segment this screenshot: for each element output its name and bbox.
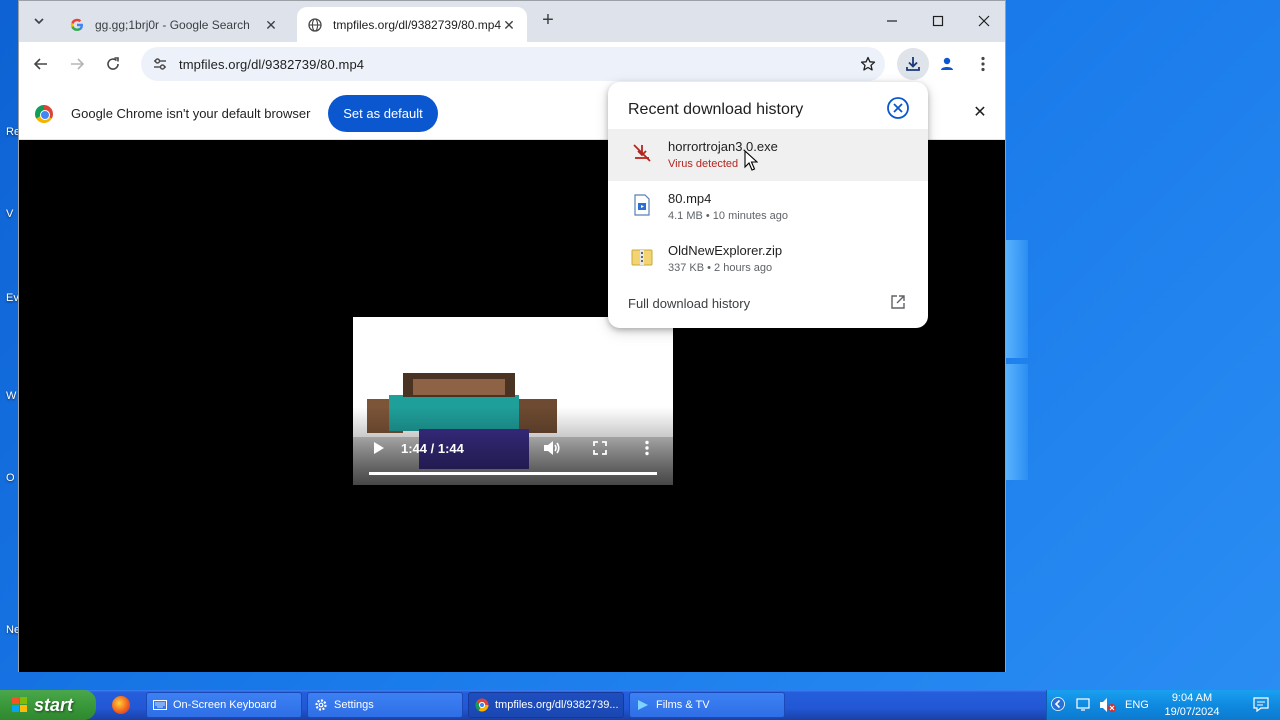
reload-button[interactable] — [99, 50, 127, 78]
video-progress-fill — [369, 472, 657, 475]
start-label: start — [34, 694, 74, 715]
play-icon[interactable] — [373, 441, 385, 455]
globe-icon — [307, 17, 323, 33]
minimize-icon — [887, 20, 897, 22]
start-button[interactable]: start — [0, 690, 96, 720]
taskbar: start On-Screen Keyboard Settings tmpfil… — [0, 690, 1280, 720]
close-tab-icon[interactable]: ✕ — [501, 17, 517, 33]
url-text[interactable]: tmpfiles.org/dl/9382739/80.mp4 — [179, 57, 364, 72]
arrow-left-icon — [33, 58, 47, 70]
site-info-icon[interactable] — [147, 57, 173, 71]
taskbar-button-label: On-Screen Keyboard — [173, 699, 277, 711]
infobar-message: Google Chrome isn't your default browser — [71, 106, 311, 121]
system-tray: ENG 9:04 AM 19/07/2024 — [1046, 690, 1280, 720]
address-bar[interactable]: tmpfiles.org/dl/9382739/80.mp4 — [141, 47, 885, 81]
tab-title: gg.gg;1brj0r - Google Search — [95, 17, 250, 32]
browser-toolbar: tmpfiles.org/dl/9382739/80.mp4 — [19, 42, 1005, 87]
taskbar-button-settings[interactable]: Settings — [307, 692, 463, 718]
google-g-icon — [69, 17, 85, 33]
download-bubble-title: Recent download history — [628, 101, 804, 118]
taskbar-button-chrome[interactable]: tmpfiles.org/dl/9382739... — [468, 692, 624, 718]
profile-icon — [941, 57, 953, 70]
desktop-icon-label[interactable]: W — [6, 390, 16, 402]
show-hidden-icons-icon[interactable] — [1051, 696, 1065, 715]
download-file-name: 80.mp4 — [668, 191, 712, 206]
taskbar-button-label: Settings — [334, 699, 374, 711]
minimize-button[interactable] — [869, 1, 915, 41]
tab-search-button[interactable] — [27, 9, 51, 33]
windows-flag-icon — [12, 697, 28, 713]
desktop-icon-label[interactable]: Ev — [6, 292, 19, 304]
tab-tmpfiles[interactable]: tmpfiles.org/dl/9382739/80.mp4 ✕ — [297, 7, 527, 42]
infobar-close-icon[interactable]: ✕ — [971, 104, 989, 122]
clock[interactable]: 9:04 AM 19/07/2024 — [1157, 691, 1227, 719]
tab-google-search[interactable]: gg.gg;1brj0r - Google Search ✕ — [59, 7, 289, 42]
clock-time: 9:04 AM — [1171, 692, 1213, 704]
taskbar-button-on-screen-keyboard[interactable]: On-Screen Keyboard — [146, 692, 302, 718]
open-in-new-icon[interactable] — [890, 294, 906, 310]
chrome-menu-button[interactable] — [969, 50, 997, 78]
video-more-icon[interactable] — [645, 440, 649, 459]
firefox-icon[interactable] — [112, 696, 130, 714]
new-tab-button[interactable]: + — [537, 10, 559, 32]
download-meta: 337 KB • 2 hours ago — [668, 262, 773, 274]
tab-strip: gg.gg;1brj0r - Google Search ✕ tmpfiles.… — [19, 1, 1005, 42]
windows-logo — [1006, 240, 1028, 480]
volume-icon[interactable] — [543, 440, 561, 459]
download-bubble: Recent download history horrortrojan3.0.… — [608, 82, 928, 328]
back-button[interactable] — [27, 50, 55, 78]
volume-muted-icon[interactable] — [1099, 697, 1117, 716]
forward-button[interactable] — [63, 50, 91, 78]
films-tv-icon — [636, 698, 650, 712]
arrow-right-icon — [71, 58, 85, 70]
fullscreen-icon[interactable] — [593, 441, 607, 458]
maximize-button[interactable] — [915, 1, 961, 41]
profile-button[interactable] — [933, 50, 961, 78]
network-icon[interactable] — [1075, 697, 1093, 716]
action-center-icon[interactable] — [1253, 696, 1269, 715]
more-vertical-icon — [981, 56, 985, 72]
download-file-name: horrortrojan3.0.exe — [668, 139, 778, 154]
download-icon — [906, 57, 920, 71]
taskbar-button-label: tmpfiles.org/dl/9382739... — [495, 699, 619, 711]
desktop-icon-label[interactable]: V — [6, 208, 13, 220]
clock-date: 19/07/2024 — [1164, 706, 1220, 718]
download-item[interactable]: horrortrojan3.0.exe Virus detected — [608, 129, 928, 181]
video-file-icon — [630, 193, 654, 217]
taskbar-button-films-tv[interactable]: Films & TV — [629, 692, 785, 718]
video-player[interactable]: 1:44 / 1:44 — [353, 317, 673, 485]
chevron-down-icon — [34, 18, 44, 25]
desktop-icon-label[interactable]: O — [6, 472, 15, 484]
chrome-logo-icon — [35, 105, 53, 123]
maximize-icon — [932, 15, 944, 27]
taskbar-button-label: Films & TV — [656, 699, 710, 711]
dangerous-file-icon — [630, 141, 654, 165]
tab-title: tmpfiles.org/dl/9382739/80.mp4 — [333, 17, 501, 32]
window-close-button[interactable] — [961, 1, 1007, 41]
download-meta: 4.1 MB • 10 minutes ago — [668, 210, 789, 222]
zip-file-icon — [630, 245, 654, 269]
close-icon — [978, 15, 990, 27]
download-item[interactable]: 80.mp4 4.1 MB • 10 minutes ago — [608, 181, 928, 233]
keyboard-icon — [153, 698, 167, 712]
gear-icon — [314, 698, 328, 712]
download-item[interactable]: OldNewExplorer.zip 337 KB • 2 hours ago — [608, 233, 928, 285]
input-language[interactable]: ENG — [1125, 699, 1149, 711]
close-tab-icon[interactable]: ✕ — [263, 17, 279, 33]
close-icon[interactable] — [886, 96, 910, 120]
video-time: 1:44 / 1:44 — [401, 441, 464, 456]
download-status: Virus detected — [668, 158, 739, 170]
full-download-history-link[interactable]: Full download history — [628, 296, 750, 311]
chrome-icon — [475, 698, 489, 712]
video-progress-bar[interactable] — [369, 472, 657, 475]
reload-icon — [107, 57, 119, 70]
download-file-name: OldNewExplorer.zip — [668, 243, 783, 258]
set-default-button[interactable]: Set as default — [328, 95, 438, 132]
bookmark-star-icon[interactable] — [857, 53, 879, 75]
downloads-button[interactable] — [897, 48, 929, 80]
mouse-cursor-icon — [744, 149, 759, 172]
